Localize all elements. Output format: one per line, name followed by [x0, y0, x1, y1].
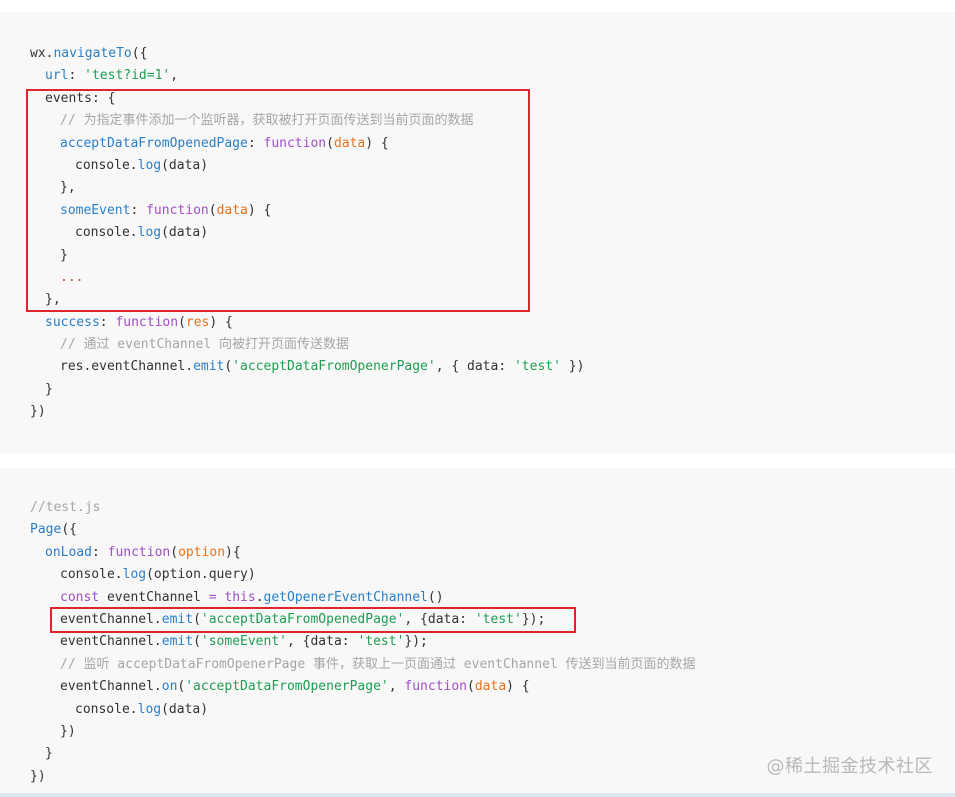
- code-token: getOpenerEventChannel: [263, 589, 428, 605]
- code-token: log: [137, 701, 162, 717]
- code-token: option: [178, 544, 226, 560]
- code-token: navigateTo: [53, 46, 132, 61]
- code-token: 'test': [513, 359, 561, 375]
- code-token: wx.: [30, 46, 54, 61]
- code-token: log: [122, 567, 147, 583]
- code-token: :: [91, 544, 108, 560]
- code-token: on: [161, 679, 178, 695]
- code-token: (option.query): [146, 567, 256, 583]
- code-token: ({: [131, 46, 148, 61]
- code-token: , {data:: [286, 634, 358, 650]
- code-token: }): [30, 404, 46, 420]
- code-line: url: 'test?id=1',: [30, 65, 584, 87]
- code-token: }): [60, 723, 76, 739]
- code-token: onLoad: [45, 544, 92, 560]
- code-token: console.: [75, 701, 138, 717]
- code-token: ) {: [209, 314, 233, 330]
- code-token: }): [560, 359, 585, 375]
- code-line: eventChannel.emit('someEvent', {data: 't…: [30, 631, 696, 653]
- code-token: (: [467, 679, 475, 695]
- code-line: eventChannel.on ( 'acceptDataFromOpenerPag…: [30, 676, 696, 698]
- code-token: this: [224, 589, 256, 605]
- code-token: res: [185, 314, 210, 330]
- code-line: // 监听 acceptDataFromOpenerPage 事件，获取上一页面…: [30, 654, 696, 676]
- code-token: success: [45, 314, 100, 330]
- code-token: 'acceptDataFromOpenerPage': [185, 679, 389, 695]
- code-token: }: [45, 746, 53, 762]
- code-token: (: [170, 544, 179, 560]
- code-token: 'test': [357, 634, 405, 650]
- code-token: ({: [61, 522, 77, 538]
- code-token: , { data:: [435, 359, 514, 375]
- code-token: ,: [170, 68, 179, 84]
- code-content: //test.js Page({ onLoad: function(option…: [30, 497, 696, 788]
- code-line: console.log(option.query): [30, 564, 696, 586]
- code-token: ) {: [506, 679, 530, 695]
- code-token: url: [45, 68, 69, 84]
- code-token: 'someEvent': [200, 634, 287, 650]
- code-token: data: [474, 679, 507, 695]
- watermark: @稀土掘金技术社区: [766, 756, 933, 777]
- code-line: wx.navigateTo({: [30, 43, 584, 65]
- code-line: onLoad: function(option){: [30, 542, 696, 564]
- code-line: }): [30, 721, 696, 743]
- code-token: console.: [60, 567, 123, 583]
- code-token: ,: [388, 679, 405, 695]
- highlight-box-events: [26, 89, 530, 312]
- code-line: Page({: [30, 519, 696, 541]
- code-token: (): [427, 589, 444, 605]
- highlight-box-emit: [50, 607, 576, 633]
- code-token: Page: [30, 522, 62, 538]
- code-token: }: [45, 381, 53, 397]
- code-token: }): [30, 768, 46, 784]
- code-token: function: [404, 679, 468, 695]
- code-token: :: [99, 314, 116, 330]
- code-line: }: [30, 379, 584, 401]
- bottom-divider: [0, 793, 955, 797]
- code-line: res.eventChannel.emit('acceptDataFromOpe…: [30, 356, 584, 378]
- code-token: 'acceptDataFromOpenerPage': [232, 359, 436, 375]
- code-line: console.log(data): [30, 699, 696, 721]
- code-token: function: [107, 544, 171, 560]
- code-token: eventChannel: [99, 589, 209, 605]
- code-line: const eventChannel = this.getOpenerEvent…: [30, 587, 696, 609]
- code-token: emit: [193, 359, 225, 375]
- code-token: (: [193, 634, 201, 650]
- code-token: eventChannel.: [60, 679, 162, 695]
- code-token: const: [60, 589, 100, 605]
- code-comment: // 监听 acceptDataFromOpenerPage 事件，获取上一页面…: [60, 656, 696, 672]
- code-line: // 通过 eventChannel 向被打开页面传送数据: [30, 334, 584, 356]
- code-token: eventChannel.: [60, 634, 162, 650]
- code-token: .: [255, 589, 264, 605]
- code-comment: // 通过 eventChannel 向被打开页面传送数据: [60, 337, 350, 353]
- code-token: =: [208, 589, 217, 605]
- code-token: emit: [161, 634, 194, 650]
- code-line: }): [30, 401, 584, 423]
- code-token: res.eventChannel.: [60, 359, 194, 375]
- code-line: success: function(res) {: [30, 312, 584, 334]
- code-comment: //test.js: [30, 500, 101, 515]
- code-line: //test.js: [30, 497, 696, 519]
- code-line: }: [30, 743, 696, 765]
- code-token: (data): [161, 701, 209, 717]
- code-line: }): [30, 766, 696, 788]
- code-token: :: [68, 68, 85, 84]
- code-token: 'test?id=1': [84, 68, 171, 84]
- code-token: (: [178, 314, 186, 330]
- code-token: function: [115, 314, 179, 330]
- code-token: ){: [225, 544, 241, 560]
- code-token: });: [404, 634, 428, 650]
